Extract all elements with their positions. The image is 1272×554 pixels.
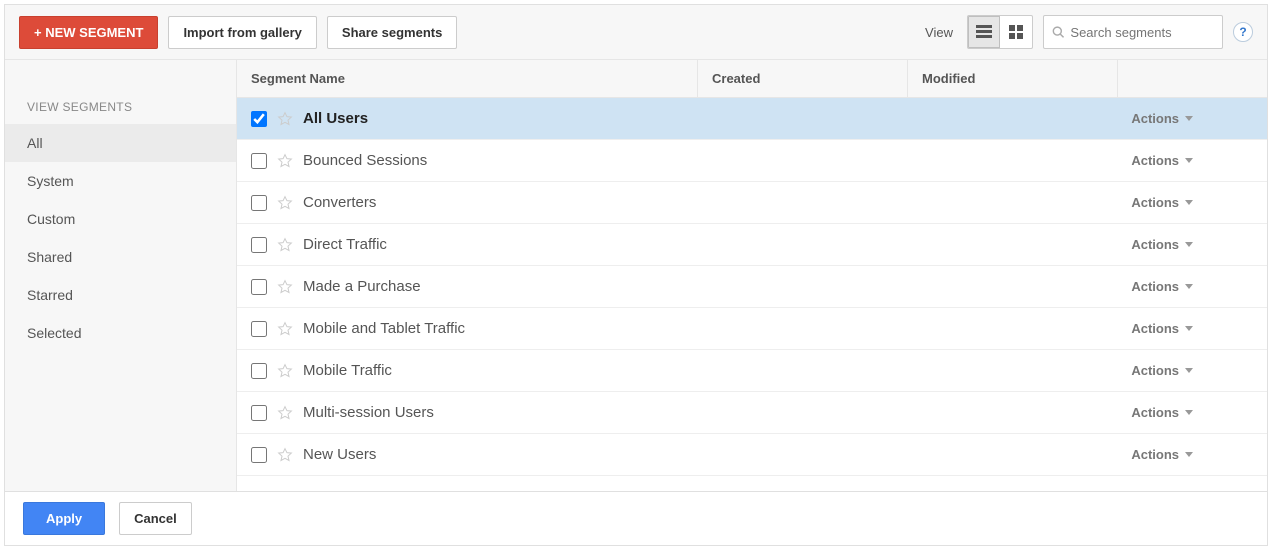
help-button[interactable]: ? bbox=[1233, 22, 1253, 42]
table-body[interactable]: All UsersActionsBounced SessionsActionsC… bbox=[237, 98, 1267, 491]
star-icon[interactable] bbox=[277, 447, 293, 463]
row-checkbox[interactable] bbox=[251, 405, 267, 421]
actions-label: Actions bbox=[1131, 279, 1179, 294]
segment-name: Made a Purchase bbox=[303, 278, 1121, 295]
actions-label: Actions bbox=[1131, 153, 1179, 168]
row-checkbox[interactable] bbox=[251, 195, 267, 211]
column-modified[interactable]: Modified bbox=[907, 60, 1117, 97]
star-icon[interactable] bbox=[277, 153, 293, 169]
segment-name: Mobile Traffic bbox=[303, 362, 1121, 379]
row-checkbox[interactable] bbox=[251, 237, 267, 253]
segments-panel: + NEW SEGMENT Import from gallery Share … bbox=[4, 4, 1268, 546]
star-icon[interactable] bbox=[277, 405, 293, 421]
table-row[interactable]: Direct Traffic Actions bbox=[237, 224, 1267, 266]
star-icon[interactable] bbox=[277, 111, 293, 127]
list-icon bbox=[976, 25, 992, 39]
table-row[interactable]: All Users Actions bbox=[237, 98, 1267, 140]
row-actions[interactable]: Actions bbox=[1131, 447, 1253, 462]
column-segment-name[interactable]: Segment Name bbox=[237, 60, 697, 97]
chevron-down-icon bbox=[1185, 284, 1193, 289]
view-label: View bbox=[925, 25, 953, 40]
row-actions[interactable]: Actions bbox=[1131, 153, 1253, 168]
grid-view-button[interactable] bbox=[1000, 16, 1032, 48]
segment-name: Mobile and Tablet Traffic bbox=[303, 320, 1121, 337]
actions-label: Actions bbox=[1131, 363, 1179, 378]
sidebar-item-system[interactable]: System bbox=[5, 162, 236, 200]
toolbar: + NEW SEGMENT Import from gallery Share … bbox=[5, 5, 1267, 59]
cancel-button[interactable]: Cancel bbox=[119, 502, 192, 535]
share-button[interactable]: Share segments bbox=[327, 16, 457, 49]
segment-name: New Users bbox=[303, 446, 1121, 463]
chevron-down-icon bbox=[1185, 200, 1193, 205]
column-actions bbox=[1117, 60, 1267, 97]
star-icon[interactable] bbox=[277, 195, 293, 211]
sidebar-item-shared[interactable]: Shared bbox=[5, 238, 236, 276]
chevron-down-icon bbox=[1185, 410, 1193, 415]
chevron-down-icon bbox=[1185, 242, 1193, 247]
star-icon[interactable] bbox=[277, 237, 293, 253]
row-actions[interactable]: Actions bbox=[1131, 237, 1253, 252]
star-icon[interactable] bbox=[277, 279, 293, 295]
star-icon[interactable] bbox=[277, 321, 293, 337]
actions-label: Actions bbox=[1131, 321, 1179, 336]
row-actions[interactable]: Actions bbox=[1131, 363, 1253, 378]
search-icon bbox=[1052, 25, 1064, 39]
table-header: Segment Name Created Modified bbox=[237, 59, 1267, 98]
panel-body: VIEW SEGMENTS All System Custom Shared S… bbox=[5, 59, 1267, 491]
sidebar-item-custom[interactable]: Custom bbox=[5, 200, 236, 238]
sidebar: VIEW SEGMENTS All System Custom Shared S… bbox=[5, 59, 237, 491]
view-toggle bbox=[967, 15, 1033, 49]
footer: Apply Cancel bbox=[5, 491, 1267, 545]
actions-label: Actions bbox=[1131, 405, 1179, 420]
search-input[interactable] bbox=[1070, 25, 1214, 40]
actions-label: Actions bbox=[1131, 195, 1179, 210]
row-checkbox[interactable] bbox=[251, 321, 267, 337]
table-row[interactable]: Mobile Traffic Actions bbox=[237, 350, 1267, 392]
table-row[interactable]: Bounced Sessions Actions bbox=[237, 140, 1267, 182]
row-checkbox[interactable] bbox=[251, 363, 267, 379]
segment-name: Converters bbox=[303, 194, 1121, 211]
row-checkbox[interactable] bbox=[251, 111, 267, 127]
star-icon[interactable] bbox=[277, 363, 293, 379]
main: Segment Name Created Modified All UsersA… bbox=[237, 59, 1267, 491]
grid-icon bbox=[1009, 25, 1023, 39]
sidebar-item-starred[interactable]: Starred bbox=[5, 276, 236, 314]
actions-label: Actions bbox=[1131, 111, 1179, 126]
new-segment-button[interactable]: + NEW SEGMENT bbox=[19, 16, 158, 49]
row-checkbox[interactable] bbox=[251, 447, 267, 463]
chevron-down-icon bbox=[1185, 368, 1193, 373]
sidebar-item-selected[interactable]: Selected bbox=[5, 314, 236, 352]
column-created[interactable]: Created bbox=[697, 60, 907, 97]
table-row[interactable]: New Users Actions bbox=[237, 434, 1267, 476]
sidebar-header: VIEW SEGMENTS bbox=[5, 90, 236, 124]
search-field[interactable] bbox=[1043, 15, 1223, 49]
actions-label: Actions bbox=[1131, 447, 1179, 462]
chevron-down-icon bbox=[1185, 158, 1193, 163]
segment-name: Direct Traffic bbox=[303, 236, 1121, 253]
import-button[interactable]: Import from gallery bbox=[168, 16, 316, 49]
segment-name: Bounced Sessions bbox=[303, 152, 1121, 169]
table-row[interactable]: Multi-session Users Actions bbox=[237, 392, 1267, 434]
segment-name: All Users bbox=[303, 110, 1121, 127]
row-actions[interactable]: Actions bbox=[1131, 195, 1253, 210]
table-row[interactable]: Made a Purchase Actions bbox=[237, 266, 1267, 308]
row-actions[interactable]: Actions bbox=[1131, 279, 1253, 294]
row-checkbox[interactable] bbox=[251, 153, 267, 169]
row-checkbox[interactable] bbox=[251, 279, 267, 295]
actions-label: Actions bbox=[1131, 237, 1179, 252]
chevron-down-icon bbox=[1185, 116, 1193, 121]
chevron-down-icon bbox=[1185, 452, 1193, 457]
row-actions[interactable]: Actions bbox=[1131, 405, 1253, 420]
row-actions[interactable]: Actions bbox=[1131, 111, 1253, 126]
row-actions[interactable]: Actions bbox=[1131, 321, 1253, 336]
segment-name: Multi-session Users bbox=[303, 404, 1121, 421]
table-row[interactable]: Converters Actions bbox=[237, 182, 1267, 224]
list-view-button[interactable] bbox=[968, 16, 1000, 48]
sidebar-item-all[interactable]: All bbox=[5, 124, 236, 162]
chevron-down-icon bbox=[1185, 326, 1193, 331]
apply-button[interactable]: Apply bbox=[23, 502, 105, 535]
table-row[interactable]: Mobile and Tablet Traffic Actions bbox=[237, 308, 1267, 350]
